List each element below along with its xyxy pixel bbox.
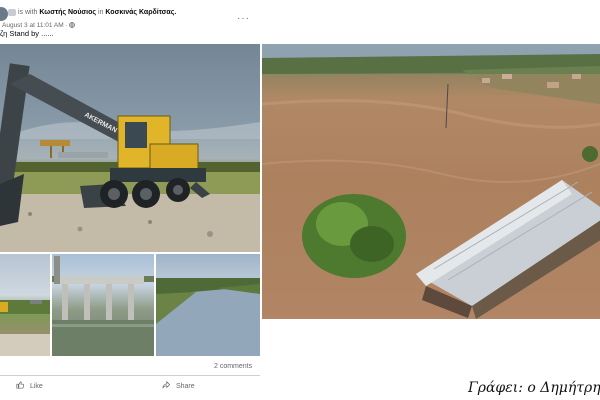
post-header: is with Κωστής Νούσιος in Κοσκινάς Καρδί… <box>0 5 260 29</box>
more-options-button[interactable]: ··· <box>237 13 250 24</box>
globe-icon <box>69 22 76 28</box>
like-label: Like <box>29 383 43 390</box>
share-label: Share <box>175 383 195 390</box>
blurred-author-name <box>8 9 16 16</box>
facebook-post: is with Κωστής Νούσιος in Κοσκινάς Καρδί… <box>0 0 260 400</box>
photo-bridge-weir[interactable] <box>52 254 154 356</box>
flood-aerial-photo <box>262 44 600 319</box>
with-label: is with <box>18 9 38 16</box>
riverbank-scene <box>0 300 50 356</box>
weir-scene <box>52 256 154 356</box>
excavator-scene: AKERMAN <box>0 44 260 252</box>
share-arrow-icon <box>162 380 171 389</box>
post-header-text: is with Κωστής Νούσιος in Κοσκινάς Καρδί… <box>18 9 176 16</box>
thumbs-up-icon <box>16 381 25 389</box>
photo-excavator[interactable]: AKERMAN <box>0 44 260 252</box>
post-text: ζη Stand by ...... <box>0 29 54 38</box>
flood-scene <box>262 44 600 319</box>
photo-machine-riverbank[interactable] <box>0 254 50 356</box>
photo-river-channel[interactable] <box>156 254 260 356</box>
avatar[interactable] <box>0 7 8 21</box>
tagged-user-link[interactable]: Κωστής Νούσιος <box>39 9 96 16</box>
in-label: in <box>98 9 104 16</box>
timestamp-text: August 3 at 11:01 AM · <box>2 22 70 29</box>
post-timestamp[interactable]: August 3 at 11:01 AM · <box>2 22 76 29</box>
author-caption: Γράφει: ο Δημήτρη <box>468 380 600 396</box>
location-link[interactable]: Κοσκινάς Καρδίτσας. <box>105 9 176 16</box>
divider <box>0 375 260 376</box>
river-scene <box>156 278 260 356</box>
comments-count-link[interactable]: 2 comments <box>214 363 252 370</box>
share-button[interactable]: Share <box>162 380 195 393</box>
like-button[interactable]: Like <box>16 381 43 393</box>
